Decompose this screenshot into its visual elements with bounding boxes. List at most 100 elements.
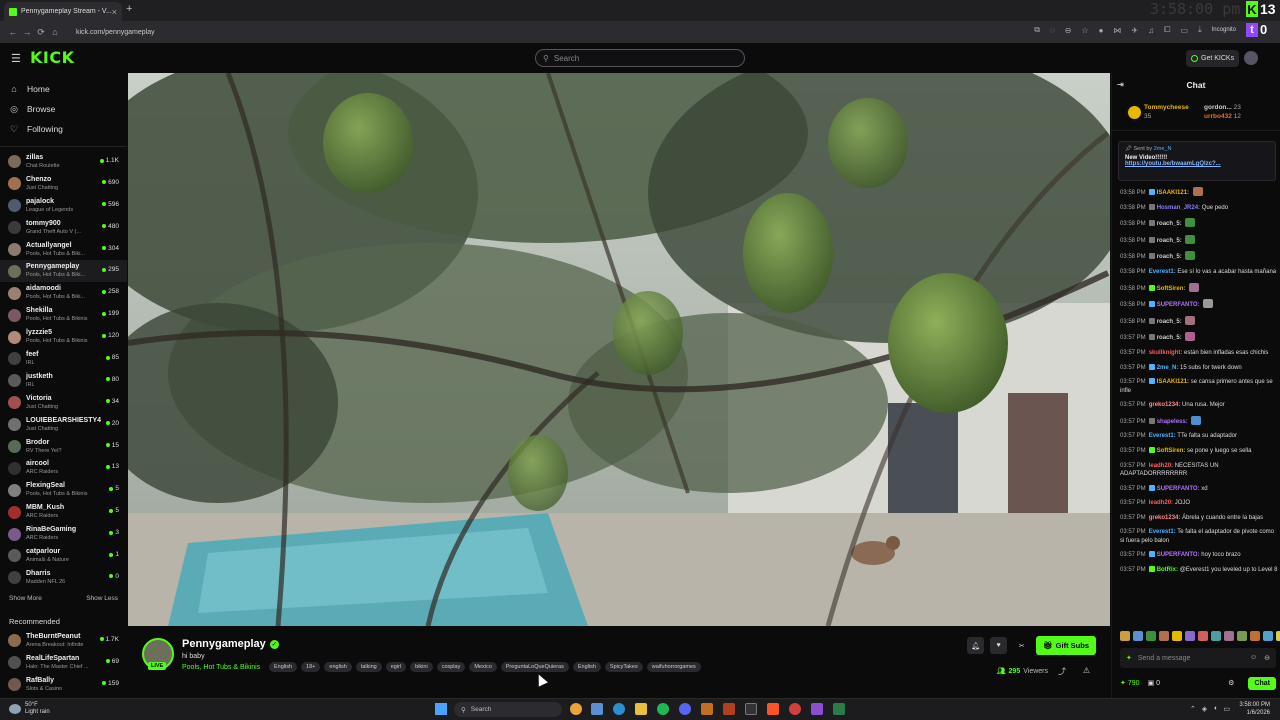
chat-message[interactable]: 03:57 PM greko1234: Una rusa. Mejor	[1120, 401, 1278, 409]
sidebar-channel[interactable]: Dharris Madden NFL 26 0	[0, 567, 127, 589]
stream-tag[interactable]: talking	[355, 662, 382, 672]
quick-emote-icon[interactable]	[1211, 631, 1221, 641]
gift-subs-button[interactable]: 🎁︎ Gift Subs	[1036, 636, 1096, 655]
chat-username[interactable]: ISAAKI121:	[1157, 190, 1189, 196]
chat-username[interactable]: roach_5:	[1157, 238, 1182, 244]
stream-tag[interactable]: SpicyTakes	[604, 662, 643, 672]
terminal-icon[interactable]	[745, 703, 757, 715]
forward-icon[interactable]: →	[20, 27, 34, 37]
chat-message[interactable]: 03:57 PM ISAAKI121: se cansa primero ante…	[1120, 378, 1278, 395]
chat-username[interactable]: SUPERFANTO:	[1157, 486, 1200, 492]
chat-message[interactable]: 03:57 PM SUPERFANTO: hoy toco brazo	[1120, 551, 1278, 559]
quick-emote-icon[interactable]	[1133, 631, 1143, 641]
discord-icon[interactable]	[679, 703, 691, 715]
extension-icon[interactable]: ●	[1099, 26, 1104, 35]
clip-icon[interactable]: ✂	[1013, 637, 1030, 654]
get-kicks-button[interactable]: Get KICKs	[1186, 50, 1240, 67]
system-clock[interactable]: 3:58:00 PM 1/6/2026	[1239, 701, 1270, 717]
gifter-item[interactable]: gordon... 23 urrbo432 12	[1204, 103, 1241, 121]
stream-tag[interactable]: Mexico	[469, 662, 497, 672]
chat-username[interactable]: leadh20:	[1149, 463, 1173, 469]
sidebar-channel[interactable]: Shekilla Pools, Hot Tubs & Bikinis 199	[0, 304, 127, 326]
show-less-button[interactable]: Show Less	[86, 595, 118, 602]
chat-username[interactable]: greko1234:	[1149, 515, 1181, 521]
sidebar-channel[interactable]: Pennygameplay Pools, Hot Tubs & Biki... 29…	[0, 260, 127, 283]
chat-username[interactable]: Everest1:	[1149, 529, 1176, 535]
sidebar-channel[interactable]: aircool ARC Raiders 13	[0, 457, 127, 479]
chat-username[interactable]: shapeless:	[1157, 419, 1188, 425]
kicks-balance[interactable]: ✦ 790	[1120, 679, 1140, 688]
chat-message[interactable]: 03:58 PM ISAAKI121:	[1120, 187, 1278, 197]
stream-tag[interactable]: cosplay	[436, 662, 466, 672]
chat-message[interactable]: 03:58 PM roach_5:	[1120, 251, 1278, 261]
sidebar-channel[interactable]: RealLifeSpartan Halo: The Master Chief ..…	[0, 652, 127, 674]
close-tab-icon[interactable]: ×	[112, 7, 117, 17]
chat-message[interactable]: 03:58 PM roach_5:	[1120, 234, 1278, 245]
app-icon[interactable]	[811, 703, 823, 715]
chrome-icon[interactable]	[570, 703, 582, 715]
show-more-button[interactable]: Show More	[9, 595, 42, 602]
sidebar-channel[interactable]: zillas Chat Roulette 1.1K	[0, 151, 127, 173]
chat-username[interactable]: Everest1:	[1149, 269, 1176, 275]
sidebar-channel[interactable]: TheBurntPeanut Arena Breakout: Infinite 1.…	[0, 630, 127, 652]
sidebar-channel[interactable]: Actuallyangel Pools, Hot Tubs & Biki... 30…	[0, 239, 127, 261]
chat-username[interactable]: skullknight:	[1149, 350, 1183, 356]
chat-message[interactable]: 03:57 PM shapeless:	[1120, 415, 1278, 426]
extension-icon[interactable]: ♫	[1148, 26, 1154, 35]
chat-username[interactable]: roach_5:	[1157, 335, 1182, 341]
sidebar-channel[interactable]: catparlour Animals & Nature 1	[0, 545, 127, 567]
chat-message[interactable]: 03:57 PM leadh20: JOJO	[1120, 499, 1278, 507]
chat-username[interactable]: roach_5:	[1157, 319, 1182, 325]
chat-message[interactable]: 03:57 PM roach_5:	[1120, 332, 1278, 342]
quick-emote-icon[interactable]	[1185, 631, 1195, 641]
stream-category[interactable]: Pools, Hot Tubs & Bikinis	[182, 664, 260, 671]
chat-username[interactable]: SUPERFANTO:	[1157, 552, 1200, 558]
quick-emote-icon[interactable]	[1276, 631, 1280, 641]
quick-emote-icon[interactable]	[1198, 631, 1208, 641]
sidepanel-icon[interactable]: ▭	[1181, 26, 1189, 35]
chat-username[interactable]: 2me_N:	[1157, 365, 1179, 371]
chat-message[interactable]: 03:58 PM Hosman_JR24: Que pedo	[1120, 203, 1278, 212]
sidebar-channel[interactable]: feef IRL 85	[0, 348, 127, 370]
battery-icon[interactable]: ▭	[1223, 705, 1230, 713]
share-icon[interactable]: ⤴	[1058, 666, 1066, 677]
chat-message[interactable]: 03:58 PM SoftSiren:	[1120, 282, 1278, 293]
back-icon[interactable]: ←	[6, 27, 20, 37]
user-avatar[interactable]	[1244, 51, 1258, 65]
stream-tag[interactable]: English	[269, 662, 298, 672]
gifter-item[interactable]: Tommycheese 35	[1128, 103, 1189, 121]
chat-message[interactable]: 03:58 PM roach_5:	[1120, 315, 1278, 326]
chat-username[interactable]: SUPERFANTO:	[1157, 302, 1200, 308]
file-explorer-icon[interactable]	[635, 703, 647, 715]
browser-tab[interactable]: Pennygameplay Stream - V... ×	[4, 2, 122, 21]
sidebar-channel[interactable]: RinaBeGaming ARC Raiders 3	[0, 523, 127, 545]
puzzle-icon[interactable]: ⧠	[1164, 25, 1170, 35]
stream-tag[interactable]: english	[324, 662, 352, 672]
video-player[interactable]	[128, 73, 1110, 626]
pinned-message[interactable]: 📌︎ Sent by 2me_N New Video!!!!!! https:/…	[1118, 141, 1276, 181]
chat-message[interactable]: 03:57 PM skullknight: están bien infladas…	[1120, 349, 1278, 357]
chat-message[interactable]: 03:57 PM SUPERFANTO: xd	[1120, 484, 1278, 493]
zoom-icon[interactable]: ⊖	[1065, 26, 1072, 35]
sidebar-channel[interactable]: Victoria Just Chatting 34	[0, 392, 127, 414]
app-icon[interactable]	[789, 703, 801, 715]
stream-tag[interactable]: waifuhorrorgames	[646, 662, 701, 672]
chat-username[interactable]: SoftSiren:	[1157, 448, 1186, 454]
notification-bell-icon[interactable]: 🔔︎	[967, 637, 985, 654]
sidebar-channel[interactable]: justketh IRL 80	[0, 370, 127, 392]
url-field[interactable]: kick.com/pennygameplay	[76, 29, 155, 36]
chat-message[interactable]: 03:57 PM SoftSiren: se pone y luego se se…	[1120, 446, 1278, 455]
weather-widget[interactable]: 50°F Light rain	[9, 702, 50, 716]
collapse-chat-icon[interactable]: ⇥	[1117, 80, 1124, 89]
chat-username[interactable]: BotRix:	[1157, 567, 1178, 573]
quick-emote-icon[interactable]	[1224, 631, 1234, 641]
brave-icon[interactable]	[767, 703, 779, 715]
chat-message[interactable]: 03:58 PM roach_5:	[1120, 218, 1278, 228]
kick-logo[interactable]: KICK	[30, 48, 75, 67]
chat-message[interactable]: 03:58 PM Everest1: Ese sí lo vas a acabar…	[1120, 268, 1278, 276]
spotify-icon[interactable]	[657, 703, 669, 715]
quick-emote-icon[interactable]	[1263, 631, 1273, 641]
reload-icon[interactable]: ⟳	[34, 27, 48, 38]
chat-username[interactable]: greko1234:	[1149, 402, 1181, 408]
chat-message[interactable]: 03:57 PM BotRix: @Everest1 you leveled up…	[1120, 565, 1278, 574]
